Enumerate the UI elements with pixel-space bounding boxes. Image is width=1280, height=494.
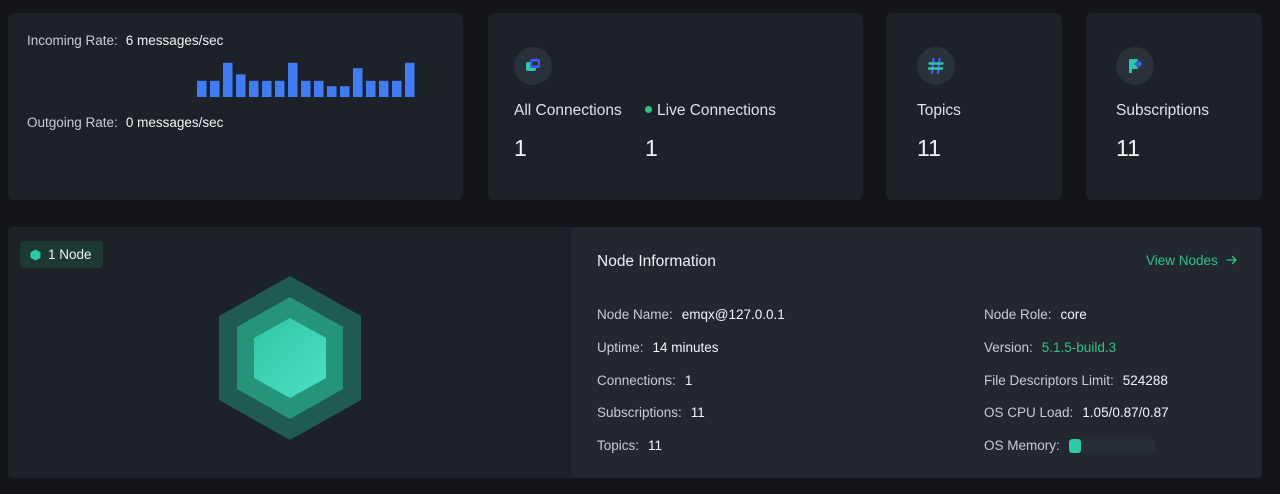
node-name-row: Node Name: emqx@127.0.0.1 (597, 307, 785, 322)
topics-label: Topics (917, 102, 961, 119)
subscription-icon (1116, 47, 1154, 85)
uptime-key: Uptime: (597, 340, 644, 355)
rate-bar (210, 80, 220, 97)
connections-row: Connections: 1 (597, 373, 692, 388)
all-connections-value: 1 (514, 135, 527, 161)
os-memory-bar (1068, 439, 1155, 453)
rate-bar (314, 80, 324, 97)
topics-card: Topics 11 (886, 13, 1062, 200)
outgoing-rate-value: 0 messages/sec (125, 115, 224, 130)
rate-bar (379, 80, 389, 97)
rate-bar (236, 74, 246, 97)
rate-bar (353, 68, 363, 97)
rate-bar (262, 80, 272, 97)
outgoing-rate-label: Outgoing Rate: (27, 115, 118, 130)
topics-value: 11 (917, 135, 941, 161)
os-memory-row: OS Memory: (984, 438, 1155, 453)
hash-icon (917, 47, 955, 85)
rate-bar (249, 80, 259, 97)
live-connections-value: 1 (645, 135, 658, 161)
node-count-label: 1 Node (48, 247, 92, 262)
connections-card: All Connections 1 Live Connections 1 (488, 13, 863, 200)
node-role-row: Node Role: core (984, 307, 1087, 322)
node-information: Node Information View Nodes Node Name: em… (571, 227, 1262, 478)
incoming-rate-label: Incoming Rate: (27, 33, 118, 48)
incoming-rate: Incoming Rate: 6 messages/sec (27, 33, 223, 48)
incoming-rate-value: 6 messages/sec (125, 33, 224, 48)
view-nodes-label: View Nodes (1146, 253, 1218, 268)
live-connections: Live Connections (645, 102, 776, 120)
version-row: Version: 5.1.5-build.3 (984, 340, 1116, 355)
rate-bar (392, 80, 402, 97)
all-connections-label: All Connections (514, 102, 622, 119)
node-role-value: core (1060, 307, 1087, 322)
live-connections-label: Live Connections (657, 102, 776, 119)
subscriptions-card: Subscriptions 11 (1086, 13, 1262, 200)
incoming-rate-chart (197, 62, 415, 97)
node-topology: 1 Node (8, 227, 571, 478)
rate-bar (340, 86, 350, 97)
node-role-key: Node Role: (984, 307, 1052, 322)
rate-bar (301, 80, 311, 97)
message-rate-card: Incoming Rate: 6 messages/sec Outgoing Ra… (8, 13, 463, 200)
node-hex-icon (30, 249, 41, 260)
cpu-load-value: 1.05/0.87/0.87 (1082, 405, 1169, 420)
subscriptions-row: Subscriptions: 11 (597, 405, 705, 420)
rate-bar (327, 86, 337, 97)
cpu-load-row: OS CPU Load: 1.05/0.87/0.87 (984, 405, 1169, 420)
cpu-load-key: OS CPU Load: (984, 405, 1074, 420)
node-count-badge: 1 Node (20, 241, 103, 268)
rate-bar (223, 62, 233, 97)
uptime-value: 14 minutes (652, 340, 719, 355)
rate-bar (275, 80, 285, 97)
version-value: 5.1.5-build.3 (1041, 340, 1117, 355)
rate-bar (366, 80, 376, 97)
topics-row: Topics: 11 (597, 438, 662, 453)
connections-value: 1 (684, 373, 693, 388)
subscriptions-key: Subscriptions: (597, 405, 682, 420)
outgoing-rate: Outgoing Rate: 0 messages/sec (27, 115, 223, 130)
topics-key: Topics: (597, 438, 640, 453)
os-memory-fill (1068, 439, 1081, 453)
rate-bar (197, 80, 207, 97)
rate-bar (405, 62, 415, 97)
os-memory-key: OS Memory: (984, 438, 1060, 453)
fd-limit-key: File Descriptors Limit: (984, 373, 1114, 388)
node-information-title: Node Information (597, 253, 716, 270)
arrow-right-icon (1225, 255, 1237, 265)
node-hexagon-icon[interactable] (215, 274, 365, 442)
subscriptions-label: Subscriptions (1116, 102, 1210, 119)
uptime-row: Uptime: 14 minutes (597, 340, 719, 355)
node-name-key: Node Name: (597, 307, 673, 322)
node-name-value: emqx@127.0.0.1 (681, 307, 785, 322)
connections-icon (514, 47, 552, 85)
subscriptions-value: 11 (690, 405, 705, 420)
rate-bar (288, 62, 298, 97)
live-status-dot (645, 106, 652, 113)
node-panel: 1 Node Node Information View Nodes Node … (8, 227, 1262, 478)
version-key: Version: (984, 340, 1033, 355)
connections-key: Connections: (597, 373, 676, 388)
view-nodes-link[interactable]: View Nodes (1146, 253, 1238, 268)
fd-limit-value: 524288 (1122, 373, 1168, 388)
fd-limit-row: File Descriptors Limit: 524288 (984, 373, 1168, 388)
topics-value: 11 (648, 438, 663, 453)
subscriptions-value: 11 (1116, 135, 1140, 161)
